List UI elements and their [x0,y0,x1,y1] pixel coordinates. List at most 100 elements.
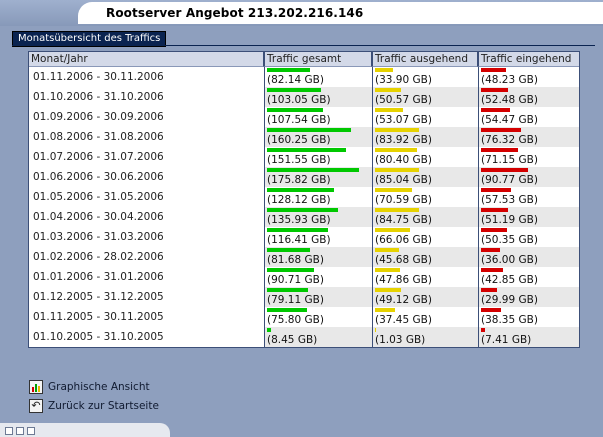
incoming-traffic-bar [481,128,521,132]
outgoing-traffic-cell: (85.04 GB) [372,167,478,187]
total-traffic-bar [267,108,323,112]
title-tab: Rootserver Angebot 213.202.216.146 [78,2,603,24]
traffic-table: Monat/Jahr Traffic gesamt Traffic ausgeh… [28,51,580,348]
outgoing-traffic-cell: (33.90 GB) [372,67,478,87]
outgoing-traffic-value: (84.75 GB) [375,214,432,226]
outgoing-traffic-cell: (1.03 GB) [372,327,478,347]
incoming-traffic-cell: (54.47 GB) [478,107,579,127]
total-traffic-bar [267,308,307,312]
table-row: 01.11.2005 - 30.11.2005 (75.80 GB) (37.45 … [29,307,579,327]
back-to-start-label: Zurück zur Startseite [48,400,159,412]
outgoing-traffic-value: (53.07 GB) [375,114,432,126]
outgoing-traffic-cell: (45.68 GB) [372,247,478,267]
total-traffic-value: (8.45 GB) [267,334,318,346]
month-cell: 01.10.2006 - 31.10.2006 [29,87,264,107]
total-traffic-cell: (81.68 GB) [264,247,372,267]
total-traffic-cell: (79.11 GB) [264,287,372,307]
status-tab [0,423,170,437]
status-square-icon [27,427,35,435]
incoming-traffic-bar [481,208,508,212]
chart-icon [29,380,43,394]
total-traffic-value: (75.80 GB) [267,314,324,326]
outgoing-traffic-bar [375,68,393,72]
incoming-traffic-value: (36.00 GB) [481,254,538,266]
outgoing-traffic-bar [375,88,401,92]
total-traffic-value: (160.25 GB) [267,134,331,146]
incoming-traffic-bar [481,68,506,72]
incoming-traffic-cell: (29.99 GB) [478,287,579,307]
header-total: Traffic gesamt [264,52,372,67]
total-traffic-bar [267,208,338,212]
incoming-traffic-value: (54.47 GB) [481,114,538,126]
month-cell: 01.06.2006 - 30.06.2006 [29,167,264,187]
incoming-traffic-value: (52.48 GB) [481,94,538,106]
outgoing-traffic-cell: (37.45 GB) [372,307,478,327]
incoming-traffic-cell: (57.53 GB) [478,187,579,207]
total-traffic-cell: (160.25 GB) [264,127,372,147]
month-cell: 01.05.2006 - 31.05.2006 [29,187,264,207]
outgoing-traffic-value: (70.59 GB) [375,194,432,206]
table-row: 01.06.2006 - 30.06.2006 (175.82 GB) (85.04… [29,167,579,187]
outgoing-traffic-bar [375,128,419,132]
total-traffic-bar [267,268,314,272]
outgoing-traffic-value: (83.92 GB) [375,134,432,146]
incoming-traffic-bar [481,248,500,252]
incoming-traffic-value: (50.35 GB) [481,234,538,246]
month-cell: 01.09.2006 - 30.09.2006 [29,107,264,127]
total-traffic-value: (90.71 GB) [267,274,324,286]
incoming-traffic-value: (38.35 GB) [481,314,538,326]
incoming-traffic-value: (7.41 GB) [481,334,532,346]
incoming-traffic-bar [481,308,501,312]
header-incoming: Traffic eingehend [478,52,579,67]
outgoing-traffic-cell: (80.40 GB) [372,147,478,167]
outgoing-traffic-value: (37.45 GB) [375,314,432,326]
total-traffic-cell: (8.45 GB) [264,327,372,347]
window-title: Rootserver Angebot 213.202.216.146 [106,6,364,20]
outgoing-traffic-cell: (53.07 GB) [372,107,478,127]
incoming-traffic-value: (51.19 GB) [481,214,538,226]
table-row: 01.10.2006 - 31.10.2006 (103.05 GB) (50.57… [29,87,579,107]
outgoing-traffic-cell: (84.75 GB) [372,207,478,227]
outgoing-traffic-cell: (47.86 GB) [372,267,478,287]
total-traffic-bar [267,148,346,152]
outgoing-traffic-value: (47.86 GB) [375,274,432,286]
panel-divider [12,45,595,46]
incoming-traffic-cell: (7.41 GB) [478,327,579,347]
incoming-traffic-value: (42.85 GB) [481,274,538,286]
total-traffic-bar [267,68,310,72]
month-cell: 01.11.2006 - 30.11.2006 [29,67,264,87]
incoming-traffic-bar [481,228,507,232]
incoming-traffic-cell: (90.77 GB) [478,167,579,187]
incoming-traffic-cell: (71.15 GB) [478,147,579,167]
total-traffic-value: (82.14 GB) [267,74,324,86]
outgoing-traffic-bar [375,228,410,232]
outgoing-traffic-bar [375,328,376,332]
total-traffic-bar [267,248,310,252]
outgoing-traffic-value: (85.04 GB) [375,174,432,186]
incoming-traffic-bar [481,268,503,272]
incoming-traffic-cell: (42.85 GB) [478,267,579,287]
total-traffic-value: (107.54 GB) [267,114,331,126]
table-row: 01.10.2005 - 31.10.2005 (8.45 GB) (1.03 GB… [29,327,579,347]
graphic-view-link[interactable]: Graphische Ansicht [29,379,150,395]
incoming-traffic-bar [481,188,511,192]
total-traffic-cell: (90.71 GB) [264,267,372,287]
graphic-view-label: Graphische Ansicht [48,381,150,393]
incoming-traffic-value: (48.23 GB) [481,74,538,86]
incoming-traffic-value: (76.32 GB) [481,134,538,146]
outgoing-traffic-bar [375,208,419,212]
incoming-traffic-bar [481,108,510,112]
total-traffic-bar [267,328,271,332]
total-traffic-cell: (107.54 GB) [264,107,372,127]
back-to-start-link[interactable]: ↶ Zurück zur Startseite [29,398,159,414]
total-traffic-bar [267,128,351,132]
table-row: 01.12.2005 - 31.12.2005 (79.11 GB) (49.12 … [29,287,579,307]
status-square-icon [5,427,13,435]
total-traffic-cell: (175.82 GB) [264,167,372,187]
total-traffic-value: (79.11 GB) [267,294,324,306]
incoming-traffic-bar [481,168,528,172]
header-outgoing: Traffic ausgehend [372,52,478,67]
month-cell: 01.07.2006 - 31.07.2006 [29,147,264,167]
month-cell: 01.12.2005 - 31.12.2005 [29,287,264,307]
outgoing-traffic-value: (33.90 GB) [375,74,432,86]
